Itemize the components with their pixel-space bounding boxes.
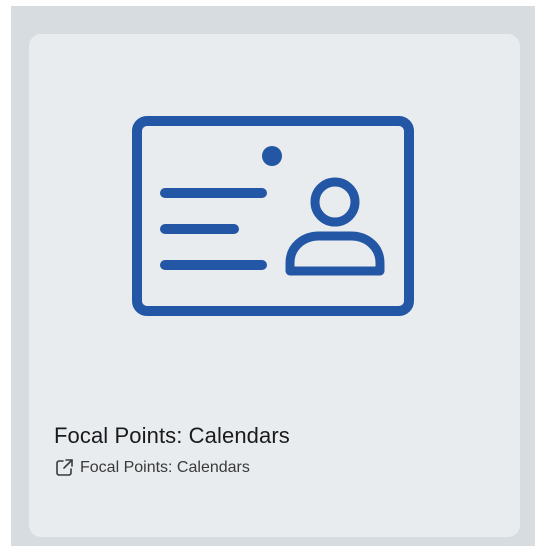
focal-points-calendars-card[interactable]: Focal Points: Calendars Focal Points: Ca… [29,34,520,537]
id-card-icon [132,116,414,316]
card-link[interactable]: Focal Points: Calendars [55,458,250,477]
card-link-label: Focal Points: Calendars [80,458,250,476]
card-title: Focal Points: Calendars [54,423,290,448]
external-link-icon [55,458,74,477]
